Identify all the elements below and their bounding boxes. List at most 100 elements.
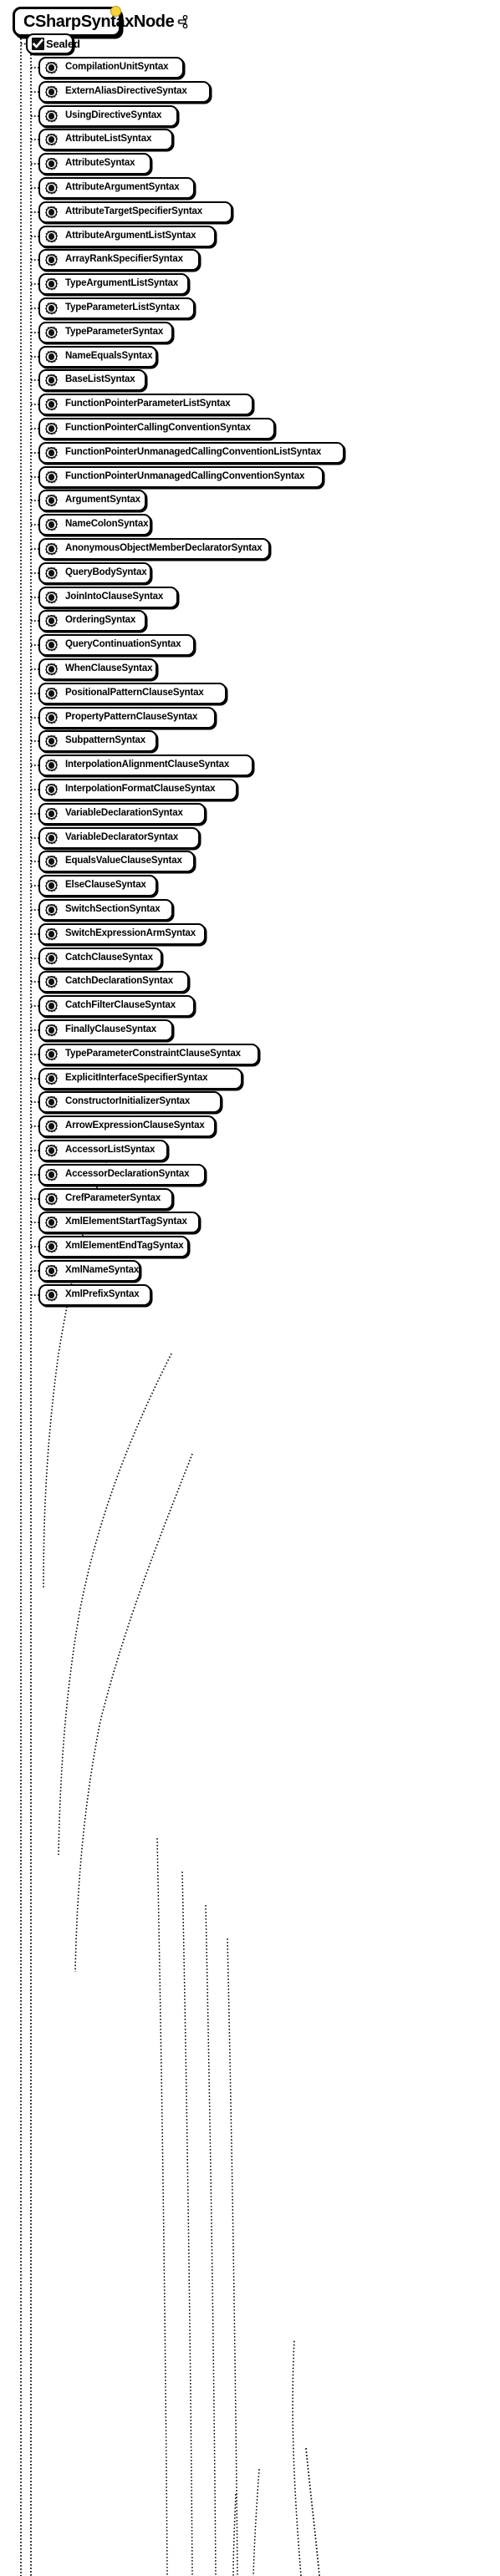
class-icon <box>45 326 58 339</box>
class-icon <box>45 85 58 99</box>
root-class-node[interactable]: CSharpSyntaxNode <box>13 6 188 37</box>
derived-class-node[interactable]: JoinIntoClauseSyntax <box>38 587 178 608</box>
derived-class-node[interactable]: TypeArgumentListSyntax <box>38 273 189 295</box>
derived-class-node[interactable]: EqualsValueClauseSyntax <box>38 851 195 872</box>
class-icon <box>45 494 58 507</box>
derived-class-label: FunctionPointerCallingConventionSyntax <box>65 423 251 434</box>
derived-class-node[interactable]: ArrayRankSpecifierSyntax <box>38 249 200 271</box>
derived-class-node[interactable]: NameColonSyntax <box>38 514 151 536</box>
derived-class-node[interactable]: FunctionPointerUnmanagedCallingConventio… <box>38 466 324 488</box>
derived-class-node[interactable]: AttributeArgumentSyntax <box>38 177 195 199</box>
derived-class-node[interactable]: VariableDeclarationSyntax <box>38 803 206 825</box>
derived-class-label: QueryContinuationSyntax <box>65 639 181 650</box>
derived-class-node[interactable]: OrderingSyntax <box>38 610 146 632</box>
derived-class-label: QueryBodySyntax <box>65 567 147 578</box>
class-icon <box>45 614 58 627</box>
class-icon <box>45 952 58 965</box>
derived-class-label: TypeParameterListSyntax <box>65 302 180 313</box>
root-class-label: CSharpSyntaxNode <box>23 13 175 31</box>
derived-class-node[interactable]: InterpolationAlignmentClauseSyntax <box>38 755 253 776</box>
derived-class-node[interactable]: VariableDeclaratorSyntax <box>38 827 200 849</box>
derived-class-node[interactable]: WhenClauseSyntax <box>38 658 157 680</box>
derived-class-node[interactable]: SubpatternSyntax <box>38 730 157 752</box>
derived-class-node[interactable]: NameEqualsSyntax <box>38 346 157 368</box>
class-icon <box>45 711 58 724</box>
derived-class-node[interactable]: CompilationUnitSyntax <box>38 57 184 79</box>
derived-class-node[interactable]: InterpolationFormatClauseSyntax <box>38 779 237 800</box>
class-icon <box>45 687 58 700</box>
derived-class-node[interactable]: TypeParameterListSyntax <box>38 297 195 319</box>
derived-class-node[interactable]: XmlElementStartTagSyntax <box>38 1212 200 1233</box>
derived-class-label: FunctionPointerUnmanagedCallingConventio… <box>65 447 322 458</box>
derived-class-node[interactable]: AttributeTargetSpecifierSyntax <box>38 201 232 223</box>
derived-class-label: XmlNameSyntax <box>65 1265 140 1276</box>
derived-class-node[interactable]: QueryContinuationSyntax <box>38 634 195 656</box>
derived-class-label: JoinIntoClauseSyntax <box>65 592 164 602</box>
derived-class-node[interactable]: AttributeArgumentListSyntax <box>38 226 216 247</box>
derived-class-node[interactable]: XmlElementEndTagSyntax <box>38 1236 189 1258</box>
class-icon <box>45 61 58 74</box>
derived-class-node[interactable]: ConstructorInitializerSyntax <box>38 1091 222 1113</box>
derived-class-label: SubpatternSyntax <box>65 735 146 746</box>
derived-class-node[interactable]: FunctionPointerParameterListSyntax <box>38 394 253 415</box>
derived-class-label: TypeParameterSyntax <box>65 327 164 338</box>
derived-class-label: ExplicitInterfaceSpecifierSyntax <box>65 1073 208 1084</box>
derived-class-node[interactable]: TypeParameterConstraintClauseSyntax <box>38 1044 259 1065</box>
yellow-pin-dot[interactable] <box>110 6 121 17</box>
derived-class-node[interactable]: AttributeListSyntax <box>38 129 173 150</box>
derived-class-node[interactable]: FunctionPointerUnmanagedCallingConventio… <box>38 442 344 464</box>
derived-class-node[interactable]: CatchDeclarationSyntax <box>38 971 189 993</box>
derived-class-node[interactable]: CrefParameterSyntax <box>38 1188 173 1210</box>
background-association-line <box>205 1904 217 2576</box>
class-icon <box>45 855 58 868</box>
derived-class-label: TypeParameterConstraintClauseSyntax <box>65 1049 241 1059</box>
derived-class-node[interactable]: AccessorListSyntax <box>38 1140 168 1161</box>
derived-class-node[interactable]: ArgumentSyntax <box>38 490 146 511</box>
derived-class-node[interactable]: SwitchExpressionArmSyntax <box>38 923 206 945</box>
class-icon <box>45 1095 58 1109</box>
derived-class-label: AttributeListSyntax <box>65 134 152 145</box>
derived-class-node[interactable]: QueryBodySyntax <box>38 562 151 584</box>
derived-class-label: FunctionPointerParameterListSyntax <box>65 399 231 409</box>
derived-class-label: UsingDirectiveSyntax <box>65 110 162 121</box>
derived-class-node[interactable]: FinallyClauseSyntax <box>38 1019 173 1041</box>
checkbox-checked-icon[interactable] <box>32 38 44 50</box>
class-icon <box>45 542 58 556</box>
derived-class-node[interactable]: AccessorDeclarationSyntax <box>38 1164 206 1186</box>
derived-class-node[interactable]: FunctionPointerCallingConventionSyntax <box>38 418 275 439</box>
derived-class-label: CatchClauseSyntax <box>65 953 153 963</box>
derived-class-label: AttributeSyntax <box>65 158 135 169</box>
derived-class-node[interactable]: ElseClauseSyntax <box>38 875 157 897</box>
class-icon <box>45 759 58 772</box>
association-curve <box>58 1353 172 1856</box>
sealed-modifier-node[interactable]: Sealed <box>26 33 80 54</box>
derived-class-label: SwitchExpressionArmSyntax <box>65 928 196 939</box>
derived-class-node[interactable]: TypeParameterSyntax <box>38 322 173 343</box>
derived-class-node[interactable]: CatchClauseSyntax <box>38 948 162 969</box>
derived-class-node[interactable]: SwitchSectionSyntax <box>38 899 173 921</box>
derived-class-node[interactable]: XmlNameSyntax <box>38 1260 140 1282</box>
derived-class-node[interactable]: CatchFilterClauseSyntax <box>38 995 195 1017</box>
class-icon <box>45 1072 58 1085</box>
derived-class-label: InterpolationFormatClauseSyntax <box>65 784 216 795</box>
class-icon <box>45 181 58 195</box>
derived-class-node[interactable]: PositionalPatternClauseSyntax <box>38 683 227 704</box>
derived-class-node[interactable]: BaseListSyntax <box>38 369 146 391</box>
exiting-association-line <box>232 2493 237 2576</box>
class-icon <box>45 734 58 748</box>
derived-class-label: OrderingSyntax <box>65 615 136 626</box>
derived-class-node[interactable]: ExplicitInterfaceSpecifierSyntax <box>38 1068 242 1090</box>
derived-class-node[interactable]: ArrowExpressionClauseSyntax <box>38 1115 216 1137</box>
derived-class-node[interactable]: AttributeSyntax <box>38 153 151 175</box>
derived-class-label: NameEqualsSyntax <box>65 351 153 362</box>
derived-class-label: AccessorDeclarationSyntax <box>65 1169 190 1180</box>
derived-class-label: ArrowExpressionClauseSyntax <box>65 1120 205 1131</box>
derived-class-node[interactable]: UsingDirectiveSyntax <box>38 105 178 127</box>
derived-class-node[interactable]: ExternAliasDirectiveSyntax <box>38 81 211 103</box>
derived-class-node[interactable]: PropertyPatternClauseSyntax <box>38 707 216 729</box>
class-icon <box>45 567 58 580</box>
derived-class-node[interactable]: AnonymousObjectMemberDeclaratorSyntax <box>38 538 270 560</box>
derived-class-label: ArrayRankSpecifierSyntax <box>65 254 183 265</box>
class-icon <box>45 1192 58 1206</box>
derived-class-node[interactable]: XmlPrefixSyntax <box>38 1284 151 1306</box>
